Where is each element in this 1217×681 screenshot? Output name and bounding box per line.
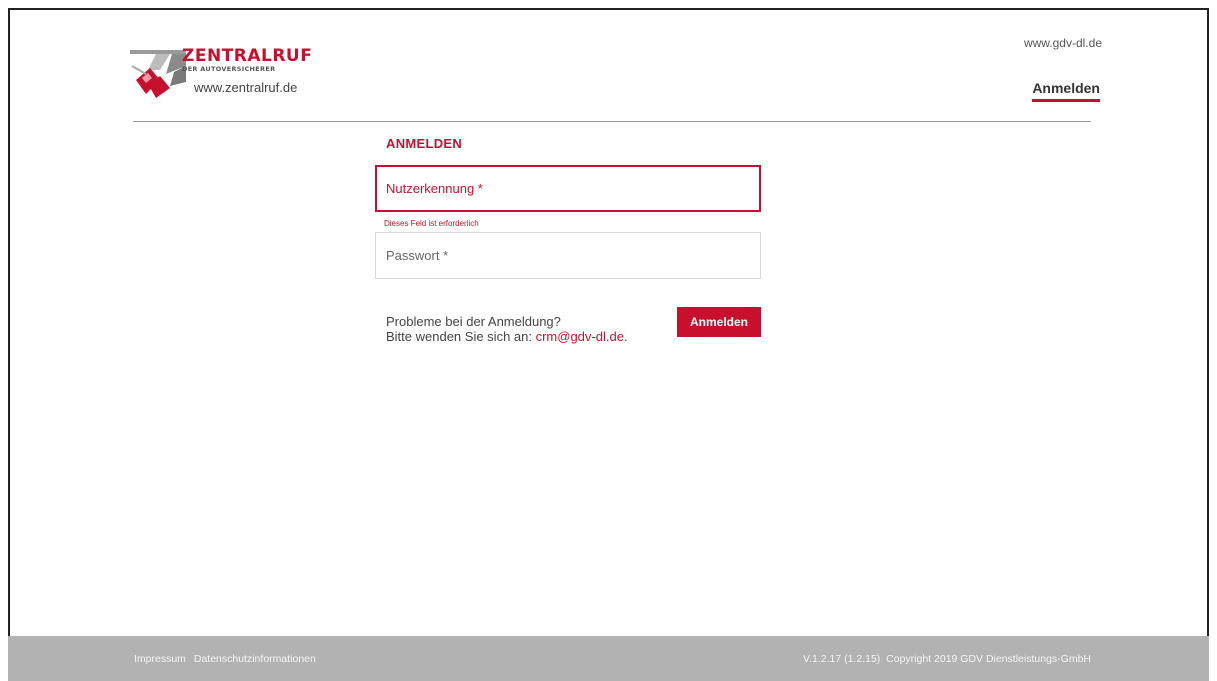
logo-brand-text: ZENTRALRUF (182, 46, 313, 66)
footer-version-copyright: V.1.2.17 (1.2.15) Copyright 2019 GDV Die… (803, 653, 1091, 665)
car-crash-logo-icon (130, 50, 186, 98)
footer-links: Impressum Datenschutzinformationen (134, 653, 321, 665)
footer: Impressum Datenschutzinformationen V.1.2… (8, 636, 1209, 681)
page-title: ANMELDEN (386, 136, 463, 151)
help-contact-line: Bitte wenden Sie sich an: crm@gdv-dl.de. (386, 329, 628, 344)
header-divider (133, 121, 1091, 122)
password-input[interactable] (376, 233, 760, 278)
logo-subtitle: DER AUTOVERSICHERER (182, 65, 276, 73)
zentralruf-logo[interactable]: ZENTRALRUF DER AUTOVERSICHERER www.zentr… (126, 40, 316, 102)
version-label: V.1.2.17 (1.2.15) (803, 653, 881, 665)
username-field[interactable]: Nutzerkennung * (375, 165, 761, 212)
help-question: Probleme bei der Anmeldung? (386, 314, 561, 329)
help-contact-prefix: Bitte wenden Sie sich an: (386, 329, 536, 344)
copyright-label: Copyright 2019 GDV Dienstleistungs-GmbH (886, 653, 1091, 665)
username-error-message: Dieses Feld ist erforderlich (384, 219, 479, 228)
nav-login-link[interactable]: Anmelden (1032, 80, 1100, 102)
help-contact-suffix: . (623, 329, 628, 344)
logo-url: www.zentralruf.de (194, 80, 298, 95)
login-submit-button[interactable]: Anmelden (677, 307, 761, 337)
password-field[interactable]: Passwort * (375, 232, 761, 279)
gdv-website-link[interactable]: www.gdv-dl.de (1024, 36, 1102, 50)
login-help-text: Probleme bei der Anmeldung? Bitte wenden… (386, 314, 628, 344)
support-email-link[interactable]: crm@gdv-dl.de (536, 329, 624, 344)
impressum-link[interactable]: Impressum (134, 653, 186, 665)
app-window (8, 8, 1209, 681)
username-input[interactable] (377, 167, 759, 210)
privacy-link[interactable]: Datenschutzinformationen (194, 653, 316, 665)
